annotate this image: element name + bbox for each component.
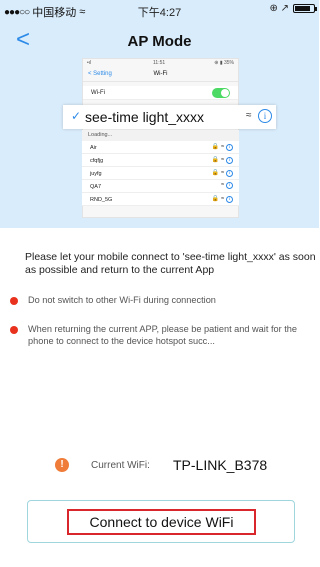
page-title: AP Mode xyxy=(127,33,192,50)
network-row: RND_5G 🔒 ≈ i xyxy=(82,193,239,206)
network-row: Air 🔒 ≈ i xyxy=(82,141,239,154)
location-icon: ⊕ ↗ xyxy=(269,3,289,14)
red-bullet-icon xyxy=(10,326,18,334)
illustration-wifi-toggle-row: Wi-Fi xyxy=(83,86,238,100)
lock-wifi-icon: 🔒 ≈ xyxy=(211,144,225,150)
current-wifi-value: TP-LINK_B378 xyxy=(173,457,268,473)
network-row: cfqfjg 🔒 ≈ i xyxy=(82,154,239,167)
illustration-status-bar: •ıl 11:51 ⊕ ▮ 35% xyxy=(87,60,234,66)
connect-button-container[interactable]: Connect to device WiFi xyxy=(27,500,295,543)
info-icon: i xyxy=(226,157,233,164)
battery-icon xyxy=(293,4,317,13)
instruction-bullet: When returning the current APP, please b… xyxy=(10,323,313,347)
selected-ssid: see-time light_xxxx xyxy=(85,109,205,125)
lock-wifi-icon: 🔒 ≈ xyxy=(211,170,225,176)
checkmark-icon: ✓ xyxy=(71,109,82,123)
info-icon: i xyxy=(226,170,233,177)
lock-wifi-icon: 🔒 ≈ xyxy=(211,157,225,163)
instruction-bullet: Do not switch to other Wi-Fi during conn… xyxy=(10,294,313,306)
info-icon: i xyxy=(258,109,272,123)
network-row: juyfg 🔒 ≈ i xyxy=(82,167,239,180)
info-icon: i xyxy=(226,182,233,189)
info-icon: i xyxy=(226,196,233,203)
navigation-bar: < AP Mode xyxy=(0,26,319,58)
status-bar: ●●●○○ 中国移动 ≈ 下午4:27 ⊕ ↗ xyxy=(0,0,319,20)
connect-instruction: Please let your mobile connect to 'see-t… xyxy=(25,251,316,276)
connect-device-wifi-button[interactable]: Connect to device WiFi xyxy=(67,509,256,535)
illustration-title: Wi-Fi xyxy=(153,71,168,77)
illustration-network-list: Loading... Air 🔒 ≈ i cfqfjg 🔒 ≈ i juyfg … xyxy=(82,130,239,206)
wifi-icon: ≈ xyxy=(221,182,225,188)
warning-icon: ! xyxy=(55,458,69,472)
current-wifi-label: Current WiFi: xyxy=(91,460,150,471)
wifi-signal-icon: ≈ xyxy=(246,110,252,121)
lock-wifi-icon: 🔒 ≈ xyxy=(211,196,225,202)
wifi-toggle-icon xyxy=(212,88,230,98)
info-icon: i xyxy=(226,144,233,151)
red-bullet-icon xyxy=(10,297,18,305)
network-row: QA7 ≈ i xyxy=(82,180,239,193)
loading-label: Loading... xyxy=(82,130,239,141)
selected-network-banner: ✓ see-time light_xxxx ≈ i xyxy=(63,105,276,129)
